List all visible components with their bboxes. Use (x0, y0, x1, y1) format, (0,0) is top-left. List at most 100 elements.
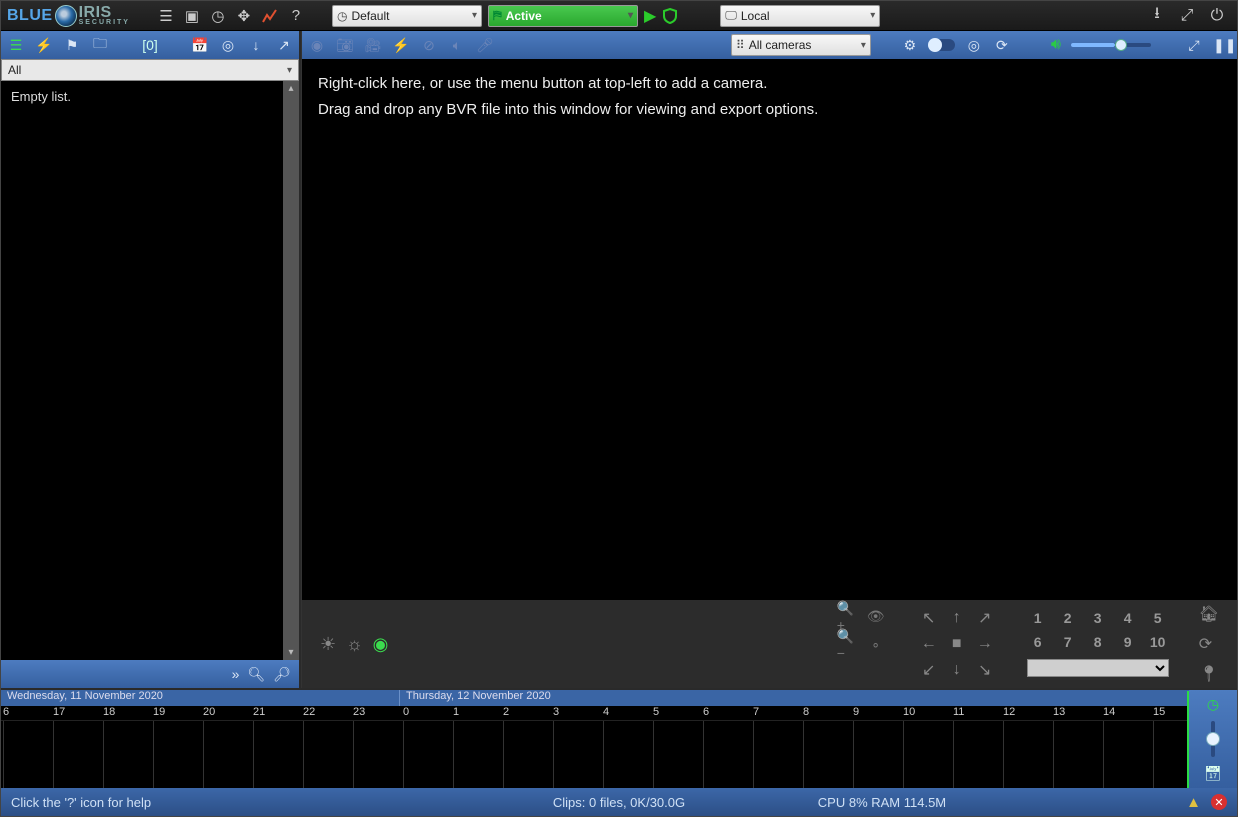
live-icon[interactable]: ◷ (1207, 696, 1219, 713)
preset-select[interactable] (1027, 659, 1169, 677)
chevrons-down-icon[interactable]: » (232, 666, 240, 682)
schedule-select-label: Active (506, 9, 542, 23)
flag-icon[interactable]: ⚑ (63, 37, 81, 54)
preset-10[interactable]: 10 (1147, 634, 1169, 654)
pause-icon[interactable]: ❚❚ (1213, 37, 1231, 54)
ptz-down-left-icon[interactable]: ↙ (917, 659, 941, 681)
sort-down-icon[interactable]: ↓ (247, 37, 265, 53)
ptz-up-left-icon[interactable]: ↖ (917, 607, 941, 629)
zoom-out-icon[interactable]: 🔍− (837, 633, 859, 655)
target2-icon[interactable]: ◎ (965, 37, 983, 54)
record-icon[interactable]: ◉ (308, 37, 326, 54)
preset-6[interactable]: 6 (1027, 634, 1049, 654)
hour-label: 0 (403, 706, 409, 718)
preset-2[interactable]: 2 (1057, 610, 1079, 630)
ptz-up-icon[interactable]: ↑ (945, 607, 969, 629)
mic-icon[interactable]: 🎤︎ (476, 37, 494, 54)
speaker-icon[interactable]: 🔈︎ (448, 37, 466, 54)
ptz-left-icon[interactable]: ← (917, 633, 941, 655)
schedule-select[interactable]: ⛿ Active ▾ (488, 5, 638, 27)
status-help-text: Click the '?' icon for help (11, 795, 151, 810)
timeline-track[interactable] (1, 720, 1189, 788)
ptz-up-right-icon[interactable]: ↗ (973, 607, 997, 629)
ptz-stop-icon[interactable]: ■ (945, 633, 969, 655)
clock-icon[interactable]: ◷ (208, 6, 228, 26)
gear-icon[interactable]: ⚙ (901, 37, 919, 54)
db-icon[interactable]: ☰ (7, 37, 25, 54)
ptz-presets: 1 2 3 4 5 6 7 8 9 10 (1027, 610, 1169, 678)
trigger-icon[interactable]: ⚡ (392, 37, 410, 54)
warning-icon[interactable]: ▲ (1186, 794, 1201, 811)
preset-7[interactable]: 7 (1057, 634, 1079, 654)
logo-eye-icon (55, 5, 77, 27)
ptz-panel: ☀ ☼ ◉ 🔍+ 👁︎ 🔍− ∘ ↖ ↑ ↗ ← ■ → ↙ ↓ ↘ (302, 600, 1237, 688)
preset-8[interactable]: 8 (1087, 634, 1109, 654)
expand-icon[interactable]: ⤢ (1185, 37, 1203, 54)
scroll-up-icon[interactable]: ▴ (288, 83, 293, 94)
timeline-cursor[interactable] (1187, 691, 1189, 788)
profile-select[interactable]: ◷ Default ▾ (332, 5, 482, 27)
zoom-out-icon[interactable]: 🔍︎ (247, 666, 265, 683)
clips-icon[interactable]: ▣ (182, 6, 202, 26)
move-icon[interactable]: ✥ (234, 6, 254, 26)
console-select[interactable]: 🖵 Local ▾ (720, 5, 880, 27)
refresh-icon[interactable]: ⟳ (993, 37, 1011, 54)
close-icon[interactable]: ✕ (1211, 794, 1227, 810)
preset-3[interactable]: 3 (1087, 610, 1109, 630)
videocam-icon[interactable]: 🎥︎ (364, 37, 382, 54)
fullscreen-icon[interactable]: ⤢ (1177, 6, 1197, 26)
volume-slider[interactable] (1071, 43, 1151, 47)
sidebar-clip-list[interactable]: Empty list. ▴ ▾ (1, 81, 299, 660)
chart-icon[interactable] (260, 6, 280, 26)
preset-1[interactable]: 1 (1027, 610, 1049, 630)
pin-icon[interactable]: 📍︎ (1199, 664, 1219, 684)
hour-label: 6 (3, 706, 9, 718)
hour-label: 11 (953, 706, 964, 718)
layout-toggle-1[interactable] (929, 39, 955, 51)
camera-viewport[interactable]: Right-click here, or use the menu button… (302, 59, 1237, 600)
ptz-right-icon[interactable]: → (973, 633, 997, 655)
brightness-down-icon[interactable]: ☀ (320, 634, 336, 655)
home-icon[interactable]: 🏠︎ (1199, 604, 1219, 624)
zoom-in-icon[interactable]: 🔍+ (837, 605, 859, 627)
hour-label: 6 (703, 706, 709, 718)
shield-icon[interactable] (662, 8, 678, 24)
list-icon[interactable]: ☰ (156, 6, 176, 26)
clip-count: [0] (142, 37, 158, 53)
bolt-icon[interactable]: ⚡ (35, 37, 53, 54)
export-icon[interactable]: ↗ (275, 37, 293, 54)
calendar-icon[interactable]: 📅 (191, 37, 209, 54)
ptz-down-right-icon[interactable]: ↘ (973, 659, 997, 681)
hour-label: 13 (1053, 706, 1065, 718)
play-icon[interactable]: ▶ (644, 6, 656, 26)
ir-icon[interactable]: ◉ (373, 634, 389, 655)
preset-5[interactable]: 5 (1147, 610, 1169, 630)
ptz-down-icon[interactable]: ↓ (945, 659, 969, 681)
cycle-icon[interactable]: ⟳ (1199, 634, 1219, 654)
calendar2-icon[interactable]: 📅︎ (1204, 765, 1222, 782)
power-icon[interactable]: ⏻ (1207, 6, 1227, 26)
block-icon[interactable]: ⊘ (420, 37, 438, 54)
target-icon[interactable]: ◎ (219, 37, 237, 54)
timeline: Wednesday, 11 November 2020 Thursday, 12… (1, 688, 1237, 788)
focus-dot-icon[interactable]: ∘ (865, 633, 887, 655)
caret-down-icon: ▾ (628, 10, 633, 21)
hour-label: 1 (453, 706, 459, 718)
sidebar-scrollbar[interactable]: ▴ ▾ (283, 81, 299, 660)
preset-4[interactable]: 4 (1117, 610, 1139, 630)
timeline-zoom-slider[interactable] (1211, 721, 1215, 757)
brightness-up-icon[interactable]: ☼ (346, 634, 363, 655)
preset-9[interactable]: 9 (1117, 634, 1139, 654)
scroll-down-icon[interactable]: ▾ (288, 647, 293, 658)
snapshot-icon[interactable]: 📷︎ (336, 37, 354, 54)
folder-icon[interactable]: 🗀 (91, 33, 109, 57)
focus-eye-icon[interactable]: 👁︎ (865, 605, 887, 627)
zoom-in-icon[interactable]: 🔎︎ (273, 666, 291, 683)
hour-label: 20 (203, 706, 215, 718)
logo-subtext: SECURITY (79, 19, 130, 26)
download-icon[interactable]: ⭳ (1147, 6, 1167, 26)
help-icon[interactable]: ? (286, 6, 306, 26)
camera-select[interactable]: ⠿ All cameras ▾ (731, 34, 871, 56)
sidebar-filter-select[interactable]: All ▾ (1, 59, 299, 81)
volume-icon[interactable]: 🔊︎ (1051, 36, 1061, 54)
